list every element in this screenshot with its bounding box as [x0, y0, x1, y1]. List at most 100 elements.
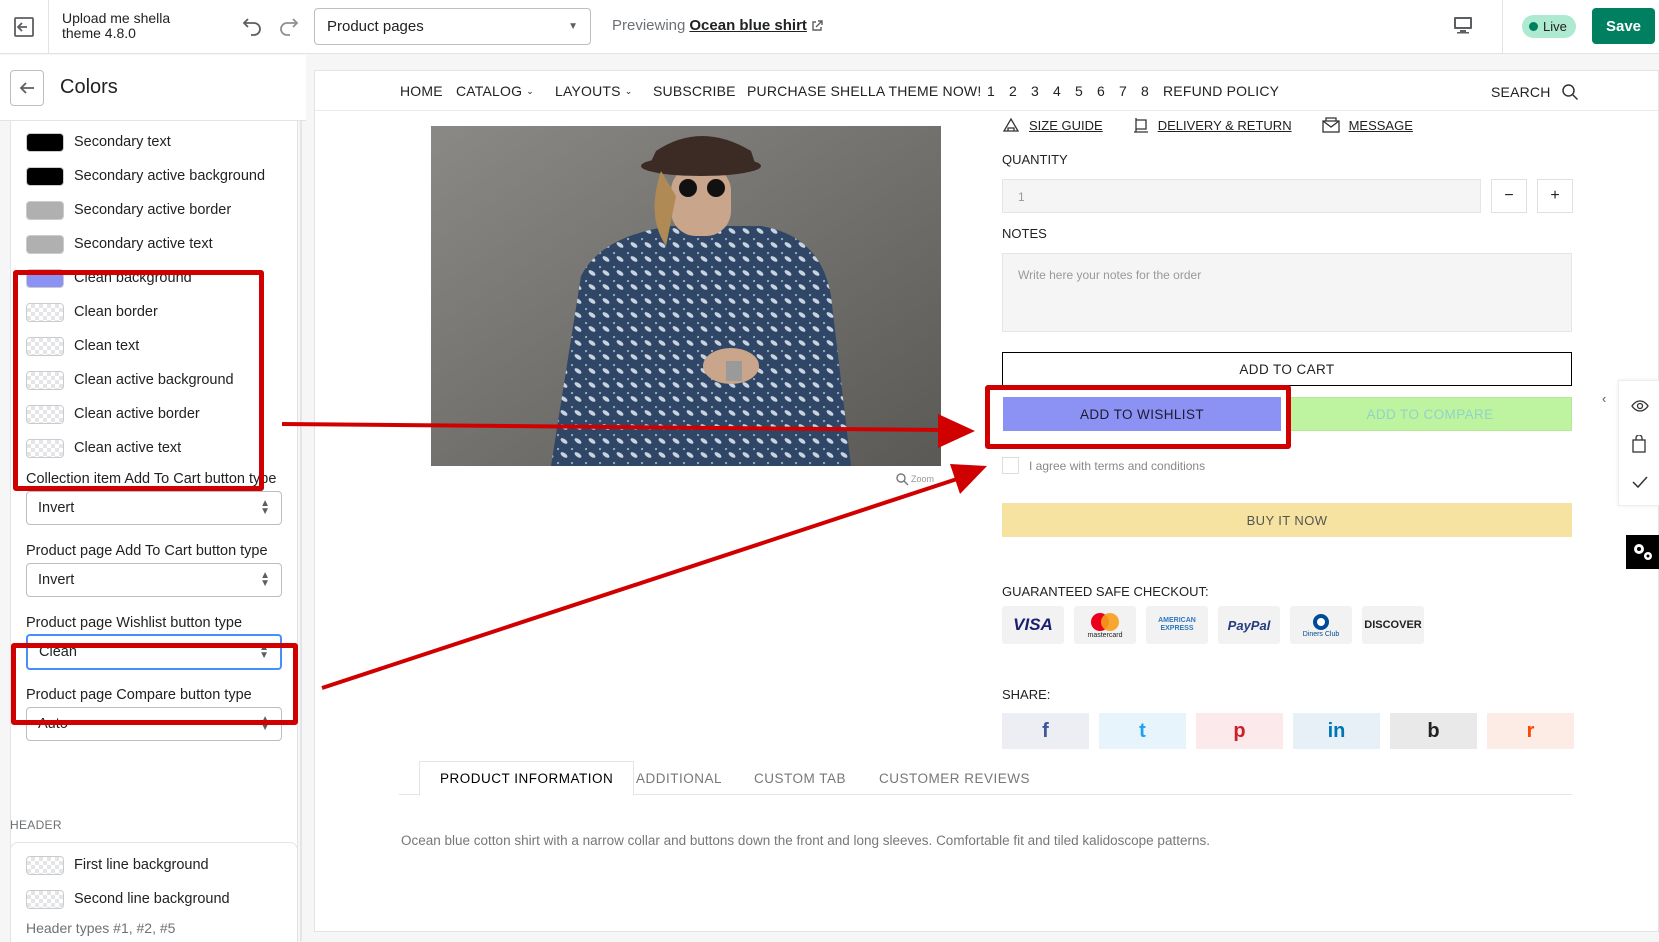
- nav-label: CATALOG: [456, 83, 523, 99]
- product-image[interactable]: [431, 126, 941, 466]
- external-link-icon[interactable]: [811, 19, 823, 32]
- product-cart-type-label: Product page Add To Cart button type: [26, 543, 268, 559]
- box-icon: [1133, 118, 1148, 133]
- ruler-icon: [1002, 117, 1020, 132]
- color-setting-label: Second line background: [74, 891, 230, 907]
- message-link[interactable]: MESSAGE: [1321, 117, 1413, 133]
- nav-page-4[interactable]: 4: [1053, 83, 1061, 99]
- quantity-minus-button[interactable]: −: [1491, 179, 1527, 213]
- settings-gear-button[interactable]: [1626, 535, 1659, 569]
- link-label: SIZE GUIDE: [1029, 117, 1103, 133]
- nav-subscribe[interactable]: SUBSCRIBE: [653, 83, 736, 99]
- diners-club-icon: Diners Club: [1290, 606, 1352, 644]
- twitter-share-button[interactable]: t: [1099, 713, 1186, 749]
- previewing-info: Previewing Ocean blue shirt: [612, 17, 823, 34]
- undo-icon[interactable]: [240, 14, 264, 38]
- nav-page-5[interactable]: 5: [1075, 83, 1083, 99]
- color-swatch[interactable]: [26, 234, 64, 254]
- scrollbar[interactable]: [300, 121, 302, 941]
- link-label: DELIVERY & RETURN: [1157, 117, 1292, 133]
- nav-search[interactable]: SEARCH: [1491, 83, 1579, 101]
- linkedin-share-button[interactable]: in: [1293, 713, 1380, 749]
- tab-additional[interactable]: ADDITIONAL: [636, 761, 722, 795]
- nav-home[interactable]: HOME: [400, 83, 443, 99]
- nav-layouts[interactable]: LAYOUTS ⌄: [555, 83, 632, 99]
- delivery-return-link[interactable]: DELIVERY & RETURN: [1133, 117, 1292, 133]
- size-guide-link[interactable]: SIZE GUIDE: [1002, 117, 1103, 133]
- payment-icons: VISA mastercard AMERICAN EXPRESS PayPal …: [1002, 606, 1424, 644]
- notes-textarea[interactable]: Write here your notes for the order: [1002, 253, 1572, 332]
- color-setting-row[interactable]: Second line background: [26, 887, 230, 911]
- terms-checkbox[interactable]: [1002, 457, 1019, 474]
- color-setting-row[interactable]: Secondary active text: [26, 232, 213, 256]
- nav-catalog[interactable]: CATALOG ⌄: [456, 83, 534, 99]
- tab-customer-reviews[interactable]: CUSTOMER REVIEWS: [879, 761, 1030, 795]
- product-photo: [431, 126, 941, 466]
- caret-down-icon: ▼: [568, 21, 578, 32]
- back-button[interactable]: [10, 70, 44, 106]
- terms-label: I agree with terms and conditions: [1029, 458, 1206, 473]
- nav-purchase[interactable]: PURCHASE SHELLA THEME NOW!: [747, 83, 981, 99]
- tab-product-information[interactable]: PRODUCT INFORMATION: [419, 761, 635, 796]
- color-swatch[interactable]: [26, 166, 64, 186]
- shopping-bag-icon[interactable]: [1631, 435, 1647, 453]
- pinterest-icon: p: [1233, 719, 1246, 742]
- product-tabs: PRODUCT INFORMATION ADDITIONAL CUSTOM TA…: [399, 761, 1572, 796]
- zoom-control[interactable]: Zoom: [895, 472, 934, 486]
- reddit-share-button[interactable]: r: [1487, 713, 1574, 749]
- previewing-link[interactable]: Ocean blue shirt: [689, 17, 807, 34]
- quantity-input[interactable]: 1: [1002, 179, 1481, 213]
- color-swatch[interactable]: [26, 132, 64, 152]
- checkmark-icon[interactable]: [1631, 475, 1649, 489]
- divider: [1502, 0, 1503, 54]
- notes-label: NOTES: [1002, 226, 1047, 241]
- color-setting-row[interactable]: Secondary active background: [26, 164, 265, 188]
- link-label: MESSAGE: [1348, 117, 1413, 133]
- chevron-left-icon[interactable]: ‹: [1602, 391, 1606, 406]
- color-swatch[interactable]: [26, 889, 64, 909]
- select-value: Invert: [38, 572, 75, 588]
- nav-page-8[interactable]: 8: [1141, 83, 1149, 99]
- quantity-plus-button[interactable]: +: [1537, 179, 1573, 213]
- redo-icon[interactable]: [277, 14, 301, 38]
- pinterest-share-button[interactable]: p: [1196, 713, 1283, 749]
- checkout-label: GUARANTEED SAFE CHECKOUT:: [1002, 584, 1209, 599]
- page-type-select[interactable]: Product pages ▼: [314, 8, 591, 45]
- color-setting-row[interactable]: Secondary text: [26, 130, 171, 154]
- nav-page-1[interactable]: 1: [987, 83, 995, 99]
- chevron-down-icon: ⌄: [624, 85, 633, 96]
- tab-custom[interactable]: CUSTOM TAB: [754, 761, 846, 795]
- eye-icon[interactable]: [1631, 399, 1649, 413]
- buy-now-button[interactable]: BUY IT NOW: [1002, 503, 1572, 537]
- nav-refund[interactable]: REFUND POLICY: [1163, 83, 1279, 99]
- collection-cart-type-select[interactable]: Invert ▲ ▼: [26, 491, 282, 525]
- color-setting-row[interactable]: First line background: [26, 853, 209, 877]
- color-swatch[interactable]: [26, 200, 64, 220]
- nav-page-2[interactable]: 2: [1009, 83, 1017, 99]
- buffer-share-button[interactable]: b: [1390, 713, 1477, 749]
- highlight-box: [11, 643, 298, 725]
- product-description: Ocean blue cotton shirt with a narrow co…: [401, 833, 1210, 848]
- add-to-cart-button[interactable]: ADD TO CART: [1002, 352, 1572, 386]
- previewing-label: Previewing: [612, 17, 686, 34]
- color-setting-label: Secondary text: [74, 134, 171, 150]
- mail-icon: [1321, 117, 1340, 133]
- nav-page-6[interactable]: 6: [1097, 83, 1105, 99]
- amex-icon: AMERICAN EXPRESS: [1146, 606, 1208, 644]
- paypal-icon: PayPal: [1218, 606, 1280, 644]
- nav-page-7[interactable]: 7: [1119, 83, 1127, 99]
- color-setting-row[interactable]: Secondary active border: [26, 198, 231, 222]
- exit-button[interactable]: [0, 0, 49, 54]
- facebook-share-button[interactable]: f: [1002, 713, 1089, 749]
- save-button[interactable]: Save: [1592, 8, 1655, 44]
- visa-label: VISA: [1013, 615, 1053, 634]
- color-swatch[interactable]: [26, 855, 64, 875]
- product-cart-type-select[interactable]: Invert ▲ ▼: [26, 563, 282, 597]
- nav-page-3[interactable]: 3: [1031, 83, 1039, 99]
- color-setting-label: Secondary active text: [74, 236, 213, 252]
- add-to-compare-button[interactable]: ADD TO COMPARE: [1288, 397, 1572, 431]
- desktop-view-icon[interactable]: [1452, 14, 1474, 36]
- color-setting-label: First line background: [74, 857, 209, 873]
- mastercard-circles-icon: [1091, 612, 1119, 631]
- info-links: SIZE GUIDE DELIVERY & RETURN MESSAGE: [1002, 117, 1413, 133]
